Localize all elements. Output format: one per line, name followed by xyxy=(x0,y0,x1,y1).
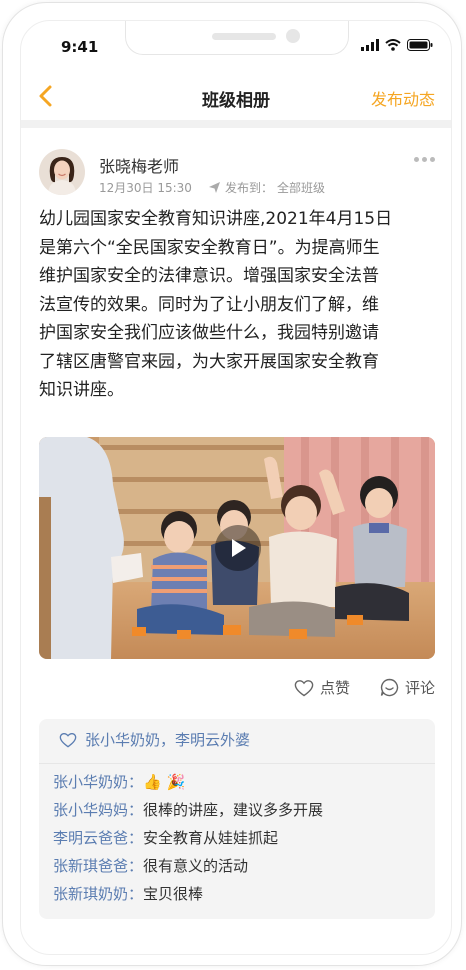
comment-label: 评论 xyxy=(404,679,435,697)
publish-target: 发布到： 全部班级 xyxy=(208,179,325,196)
publish-to-label: 发布到： xyxy=(224,181,273,195)
signal-icon xyxy=(361,39,379,51)
comment-author[interactable]: 李明云爸爸： xyxy=(53,829,143,847)
post-text-line: 法宣传的效果。同时为了让小朋友们了解，维 xyxy=(39,294,379,315)
speaker-bar xyxy=(212,33,276,40)
comment-item: 张小华奶奶：👍 🎉 xyxy=(53,771,185,792)
comment-text: 很有意义的活动 xyxy=(143,857,249,875)
likes-row: 张小华奶奶，李明云外婆 xyxy=(59,729,250,750)
video-thumbnail[interactable] xyxy=(39,437,435,659)
comment-item: 李明云爸爸：安全教育从娃娃抓起 xyxy=(53,827,278,848)
publish-button[interactable]: 发布动态 xyxy=(371,86,435,110)
comment-text: 宝贝很棒 xyxy=(143,885,204,903)
avatar[interactable] xyxy=(39,149,85,195)
comment-icon xyxy=(380,678,399,697)
post-text-line: 维护国家安全的法律意识。增强国家安全法普 xyxy=(39,266,379,286)
post-text-line: 护国家安全我们应该做些什么，我园特别邀请 xyxy=(39,323,379,343)
publish-to-value: 全部班级 xyxy=(276,181,325,195)
comments-divider xyxy=(39,763,435,764)
post-text-line: 知识讲座。 xyxy=(39,380,124,400)
comment-button[interactable]: 评论 xyxy=(380,677,435,698)
comment-author[interactable]: 张小华奶奶： xyxy=(53,773,143,791)
camera-dot xyxy=(286,29,300,43)
like-label: 点赞 xyxy=(319,679,350,697)
phone-frame: 9:41 班级相册 发布动态 张晓梅老师 12月30日 15:30 发布到： 全… xyxy=(2,2,462,966)
battery-icon xyxy=(407,39,433,51)
like-button[interactable]: 点赞 xyxy=(294,677,350,698)
status-icons xyxy=(361,39,433,51)
nav-bar: 班级相册 发布动态 xyxy=(21,73,451,119)
comment-author[interactable]: 张新琪奶奶： xyxy=(53,885,143,903)
post-timestamp: 12月30日 15:30 xyxy=(99,181,192,195)
screen: 9:41 班级相册 发布动态 张晓梅老师 12月30日 15:30 发布到： 全… xyxy=(20,20,452,955)
post-text-line: 幼儿园国家安全教育知识讲座,2021年4月15日 xyxy=(39,209,393,229)
post-meta: 12月30日 15:30 发布到： 全部班级 xyxy=(99,179,325,196)
post-text-line: 是第六个“全民国家安全教育日”。为提高师生 xyxy=(39,237,380,258)
notch xyxy=(125,21,349,55)
play-icon xyxy=(232,539,246,557)
status-time: 9:41 xyxy=(61,38,99,56)
author-name[interactable]: 张晓梅老师 xyxy=(99,153,179,177)
post-content: 幼儿园国家安全教育知识讲座,2021年4月15日 是第六个“全民国家安全教育日”… xyxy=(39,205,435,405)
more-icon[interactable] xyxy=(414,157,435,162)
comment-section: 张小华奶奶，李明云外婆 张小华奶奶：👍 🎉 张小华妈妈：很棒的讲座，建议多多开展… xyxy=(39,719,435,919)
comment-item: 张新琪爸爸：很有意义的活动 xyxy=(53,855,248,876)
post-actions: 点赞 评论 xyxy=(294,677,435,698)
heart-icon xyxy=(59,732,77,747)
comment-author[interactable]: 张新琪爸爸： xyxy=(53,857,143,875)
wifi-icon xyxy=(385,39,401,51)
comment-item: 张新琪奶奶：宝贝很棒 xyxy=(53,883,203,904)
section-divider xyxy=(21,120,451,128)
play-button[interactable] xyxy=(215,525,261,571)
comment-text: 很棒的讲座，建议多多开展 xyxy=(143,801,324,819)
comment-item: 张小华妈妈：很棒的讲座，建议多多开展 xyxy=(53,799,323,820)
comment-text: 👍 🎉 xyxy=(143,773,186,791)
likes-names[interactable]: 张小华奶奶，李明云外婆 xyxy=(85,729,250,750)
post-text-line: 了辖区唐警官来园，为大家开展国家安全教育 xyxy=(39,351,379,372)
send-icon xyxy=(208,182,220,193)
comment-author[interactable]: 张小华妈妈： xyxy=(53,801,143,819)
comment-text: 安全教育从娃娃抓起 xyxy=(143,829,279,847)
heart-icon xyxy=(294,679,314,696)
